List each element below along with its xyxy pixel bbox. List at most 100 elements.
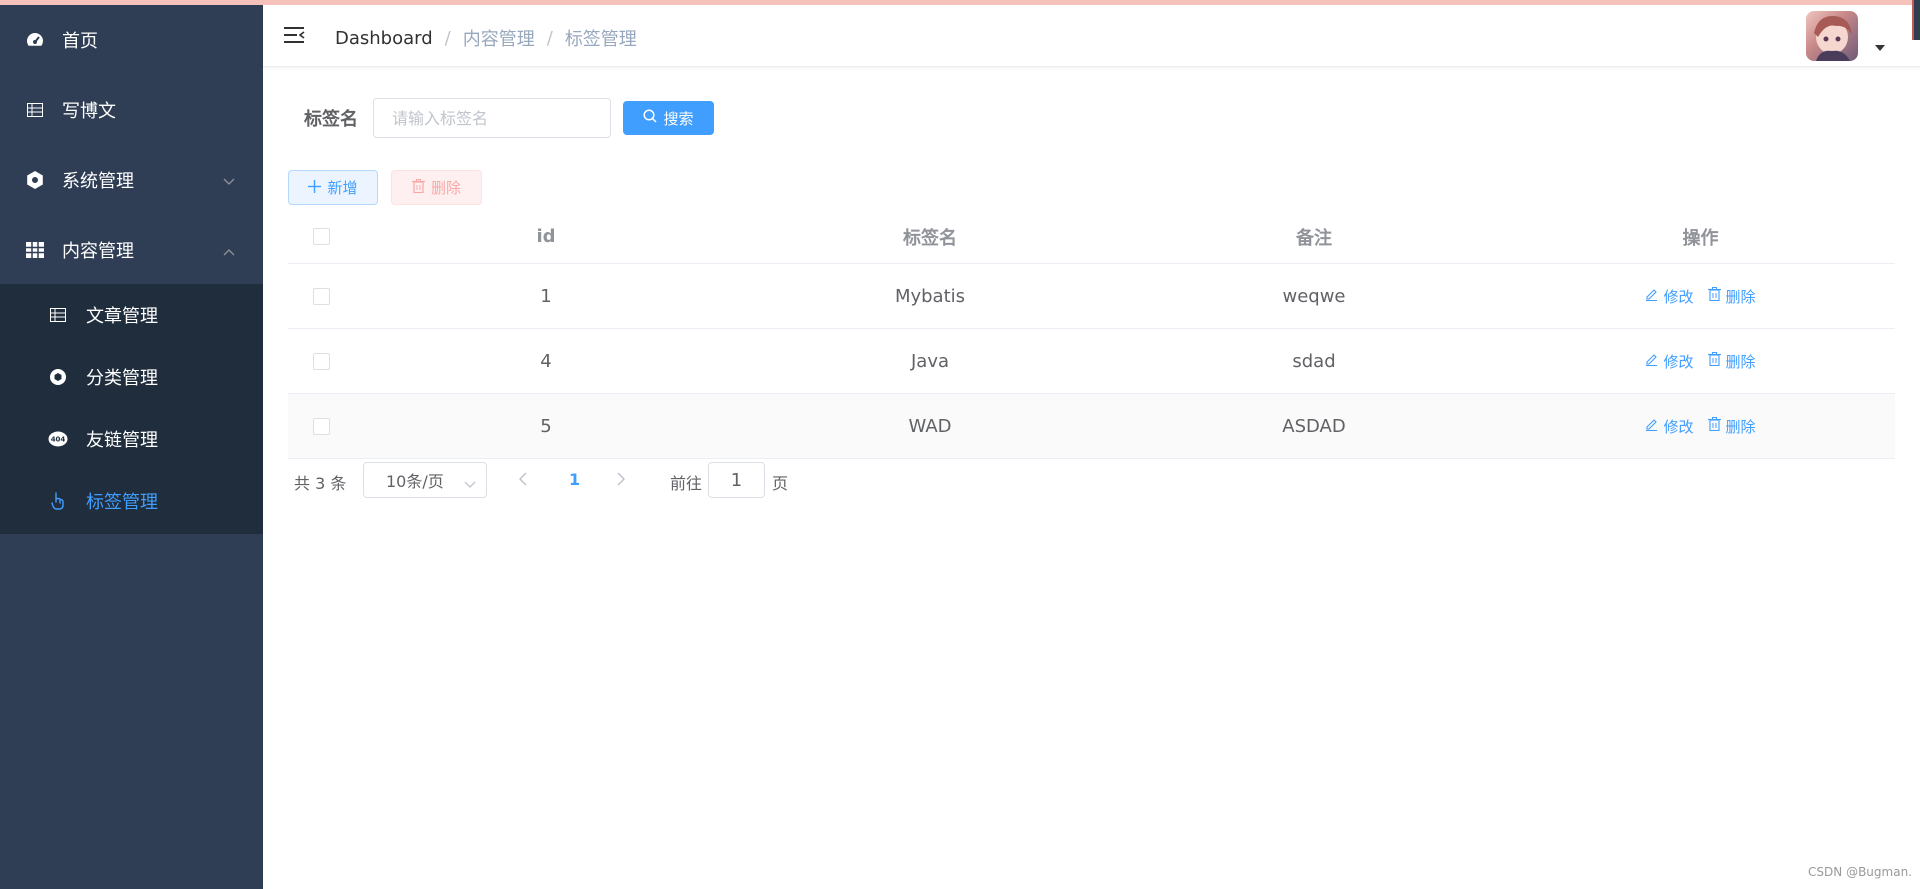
cell-actions: 修改 删除: [1506, 264, 1895, 328]
column-header-actions: 操作: [1682, 227, 1719, 249]
delete-label: 删除: [1725, 352, 1756, 371]
cell-name: WAD: [908, 415, 952, 437]
sidebar-item-label: 首页: [62, 31, 98, 52]
404-icon: 404: [48, 429, 68, 449]
table-icon: [24, 99, 46, 121]
menu-toggle-icon[interactable]: [283, 25, 307, 47]
sidebar-item-write[interactable]: 写博文: [0, 75, 263, 145]
cell-note: sdad: [1292, 350, 1336, 372]
row-checkbox[interactable]: [312, 352, 330, 370]
column-header-id: id: [536, 226, 556, 247]
caret-down-icon[interactable]: [1875, 45, 1885, 51]
sidebar-item-content[interactable]: 内容管理: [0, 215, 263, 285]
trash-icon: [1707, 417, 1721, 435]
table-row: 4 Java sdad 修改 删除: [288, 329, 1895, 394]
edit-label: 修改: [1663, 287, 1694, 306]
edit-icon: [1645, 352, 1658, 370]
sidebar-item-tags[interactable]: 标签管理: [0, 470, 263, 532]
breadcrumb-content: 内容管理: [462, 29, 535, 50]
row-check-cell: [288, 329, 354, 393]
chevron-down-icon: [223, 170, 235, 191]
content-submenu: 文章管理 分类管理 404 友链管理 标签管理: [0, 284, 263, 534]
edit-label: 修改: [1663, 352, 1694, 371]
cell-note: weqwe: [1282, 285, 1346, 307]
sidebar-item-label: 文章管理: [86, 306, 158, 327]
cell-id: 5: [540, 415, 552, 437]
delete-label: 删除: [1725, 287, 1756, 306]
table-row: 5 WAD ASDAD 修改 删除: [288, 394, 1895, 459]
breadcrumb-separator: /: [444, 27, 451, 49]
watermark: CSDN @Bugman.: [1808, 865, 1912, 879]
search-button[interactable]: 搜索: [623, 101, 714, 135]
pointer-icon: [48, 491, 68, 511]
batch-delete-label: 删除: [430, 179, 461, 197]
delete-link[interactable]: 删除: [1707, 286, 1756, 307]
delete-link[interactable]: 删除: [1707, 351, 1756, 372]
edit-link[interactable]: 修改: [1645, 286, 1694, 307]
row-checkbox[interactable]: [312, 287, 330, 305]
page-size-value: 10条/页: [386, 472, 444, 491]
page-size-select[interactable]: 10条/页: [363, 462, 487, 498]
table-icon: [48, 305, 68, 325]
cell-id: 1: [540, 285, 552, 307]
column-header-note: 备注: [1296, 227, 1332, 249]
trash-icon: [1707, 352, 1721, 370]
sidebar-item-articles[interactable]: 文章管理: [0, 284, 263, 346]
right-edge-bar: [1912, 0, 1920, 40]
select-all-checkbox[interactable]: [312, 228, 330, 245]
sidebar-item-label: 系统管理: [62, 171, 134, 192]
cell-name: Mybatis: [894, 285, 966, 307]
select-all-cell: [288, 210, 354, 263]
sidebar-item-home[interactable]: 首页: [0, 5, 263, 75]
delete-label: 删除: [1725, 417, 1756, 436]
row-check-cell: [288, 264, 354, 328]
search-input[interactable]: [373, 98, 611, 138]
search-icon: [643, 109, 658, 127]
sidebar-item-system[interactable]: 系统管理: [0, 145, 263, 215]
goto-label: 前往: [670, 474, 703, 493]
sidebar-item-links[interactable]: 404 友链管理: [0, 408, 263, 470]
prev-page-icon[interactable]: [518, 471, 528, 491]
trash-icon: [411, 178, 425, 197]
goto-suffix: 页: [772, 474, 789, 493]
sidebar-item-label: 分类管理: [86, 368, 158, 389]
edit-icon: [1645, 287, 1658, 305]
grid-icon: [24, 239, 46, 261]
search-label: 标签名: [304, 109, 358, 130]
goto-page-input[interactable]: [708, 462, 765, 498]
cell-actions: 修改 删除: [1506, 394, 1895, 458]
top-header: Dashboard / 内容管理 / 标签管理: [263, 5, 1920, 67]
batch-delete-button[interactable]: 删除: [391, 170, 482, 205]
cell-id: 4: [540, 350, 552, 372]
next-page-icon[interactable]: [616, 471, 626, 491]
avatar[interactable]: [1806, 11, 1858, 61]
table-row: 1 Mybatis weqwe 修改 删除: [288, 264, 1895, 329]
row-check-cell: [288, 394, 354, 458]
pagination: 共 3 条 10条/页 1 前往 页: [288, 462, 888, 498]
page-number[interactable]: 1: [569, 470, 580, 489]
table-header: id 标签名 备注 操作: [288, 210, 1895, 264]
sidebar-item-label: 内容管理: [62, 241, 134, 262]
sidebar-item-categories[interactable]: 分类管理: [0, 346, 263, 408]
edit-link[interactable]: 修改: [1645, 351, 1694, 372]
add-button-label: 新增: [327, 179, 358, 197]
breadcrumb: Dashboard / 内容管理 / 标签管理: [335, 25, 637, 51]
column-header-name: 标签名: [903, 227, 957, 249]
search-button-label: 搜索: [663, 110, 694, 128]
row-checkbox[interactable]: [312, 417, 330, 435]
breadcrumb-tags: 标签管理: [564, 29, 637, 50]
edit-link[interactable]: 修改: [1645, 416, 1694, 437]
cell-actions: 修改 删除: [1506, 329, 1895, 393]
breadcrumb-dashboard[interactable]: Dashboard: [335, 28, 433, 49]
add-button[interactable]: 新增: [288, 170, 378, 205]
sidebar-item-label: 写博文: [62, 101, 116, 122]
edit-icon: [1645, 417, 1658, 435]
breadcrumb-separator: /: [546, 27, 553, 49]
delete-link[interactable]: 删除: [1707, 416, 1756, 437]
edit-label: 修改: [1663, 417, 1694, 436]
sidebar-item-label: 友链管理: [86, 430, 158, 451]
top-accent-line: [0, 0, 1920, 5]
trash-icon: [1707, 287, 1721, 305]
chevron-down-icon: [464, 474, 476, 493]
aperture-icon: [48, 367, 68, 387]
